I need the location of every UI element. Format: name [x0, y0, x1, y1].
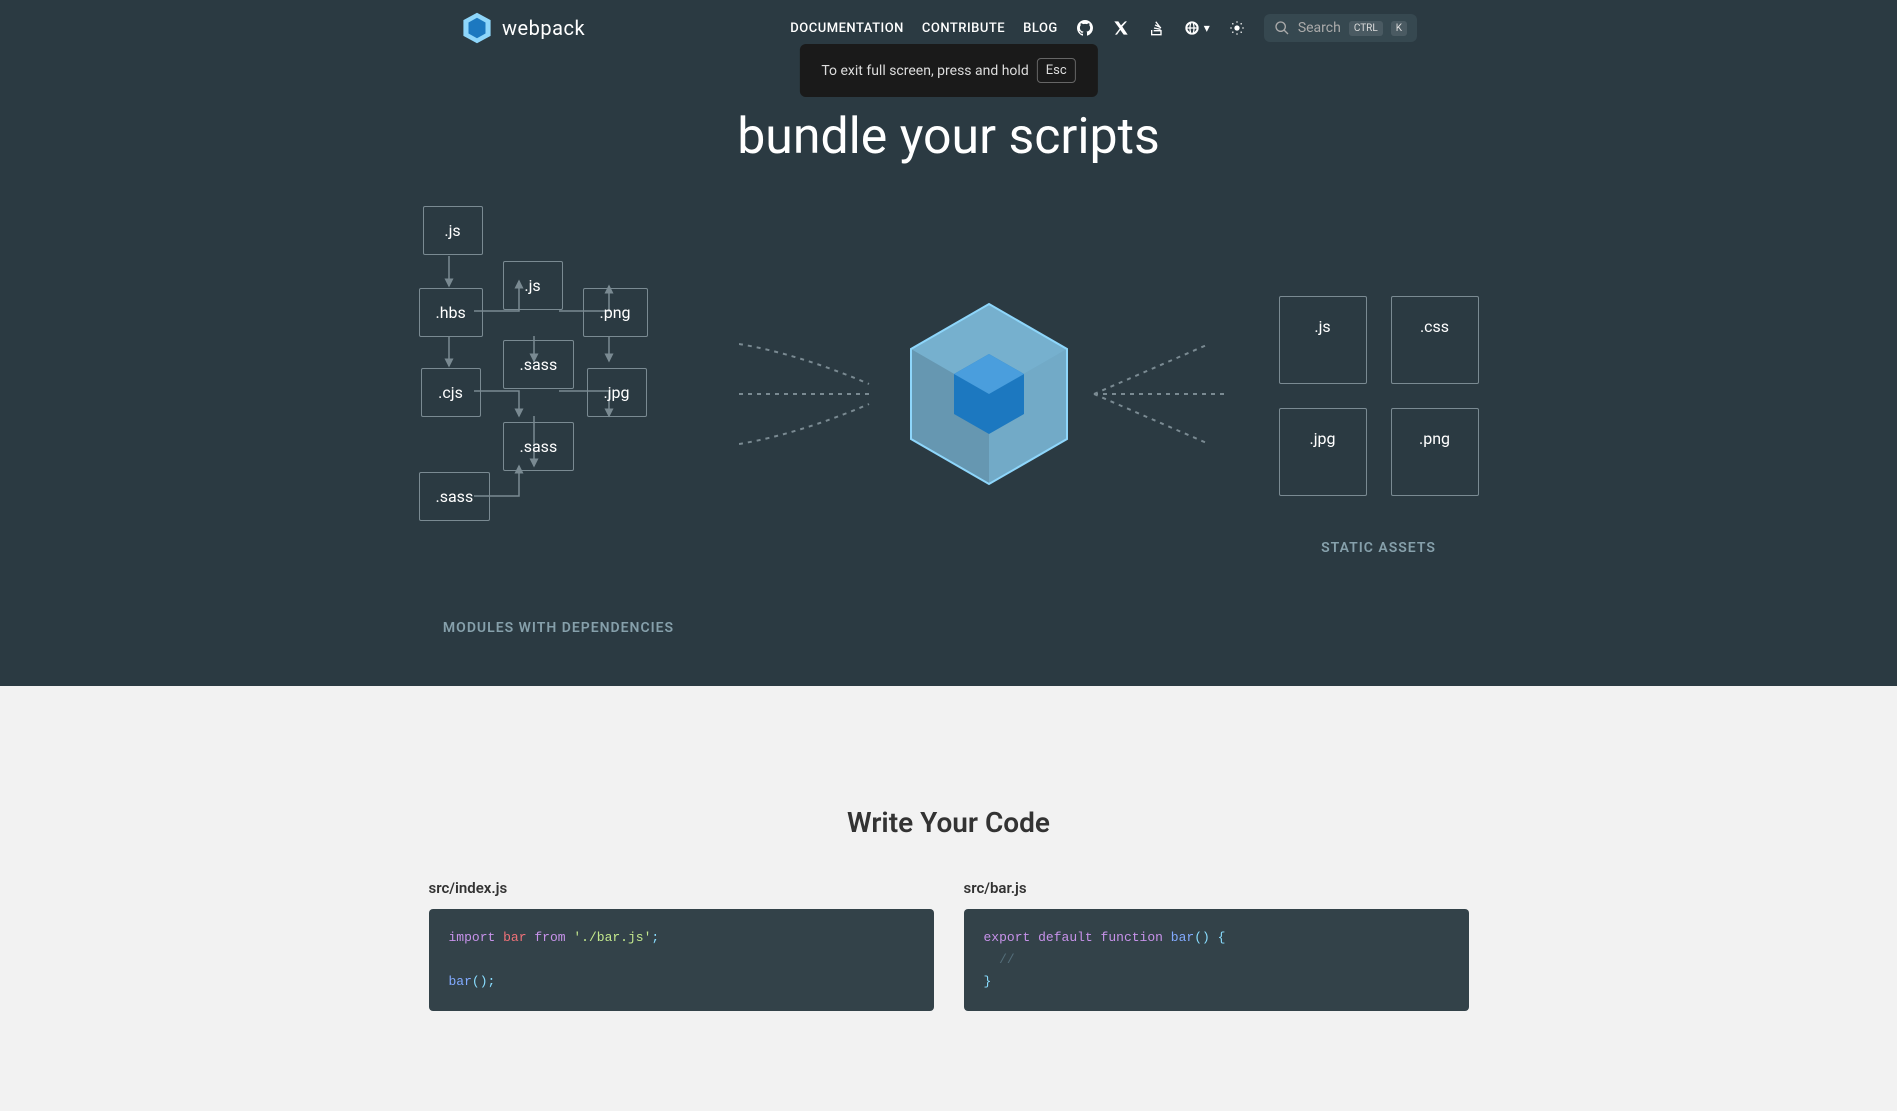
tok-paren: () {	[1194, 930, 1225, 945]
nav-blog[interactable]: BLOG	[1023, 21, 1058, 36]
module-png: .png	[583, 288, 648, 337]
module-sass2: .sass	[503, 422, 575, 471]
module-hbs: .hbs	[419, 288, 483, 337]
modules-section: .js .js .hbs .png .sass .cjs .jpg .sass …	[419, 206, 699, 586]
code-col-right: src/bar.js export default function bar()…	[964, 879, 1469, 1011]
tok-comment: //	[999, 952, 1015, 967]
module-cjs: .cjs	[421, 368, 481, 417]
code-block-left: import bar from './bar.js'; bar();	[429, 909, 934, 1011]
bundling-arrows-cube	[739, 264, 1239, 524]
hero-prefix: bundle your	[737, 108, 1008, 166]
tok-default: default	[1038, 930, 1093, 945]
language-selector[interactable]: ▾	[1184, 20, 1210, 36]
nav-documentation[interactable]: DOCUMENTATION	[790, 21, 904, 36]
search-button[interactable]: Search CTRL K	[1264, 14, 1417, 42]
asset-jpg: .jpg	[1279, 408, 1367, 496]
stackoverflow-icon[interactable]	[1148, 19, 1166, 37]
tok-close: }	[984, 974, 992, 989]
tok-barfn: bar	[1171, 930, 1194, 945]
search-placeholder: Search	[1298, 20, 1341, 36]
logo-text: webpack	[502, 16, 585, 40]
module-sass3: .sass	[419, 472, 491, 521]
esc-key-label: Esc	[1037, 58, 1076, 83]
tok-semi1: ;	[651, 930, 659, 945]
fullscreen-exit-notice: To exit full screen, press and hold Esc	[799, 44, 1097, 97]
globe-icon	[1184, 20, 1200, 36]
notice-text: To exit full screen, press and hold	[821, 63, 1028, 79]
assets-section: .js .css .jpg .png STATIC ASSETS	[1279, 296, 1479, 496]
tok-bar2: bar	[449, 974, 472, 989]
kbd-k: K	[1391, 21, 1407, 36]
code-block-right: export default function bar() { // }	[964, 909, 1469, 1011]
filename-left: src/index.js	[429, 879, 934, 897]
module-js2: .js	[503, 261, 563, 310]
code-section: Write Your Code src/index.js import bar …	[0, 686, 1897, 1111]
nav-contribute[interactable]: CONTRIBUTE	[922, 21, 1005, 36]
asset-js: .js	[1279, 296, 1367, 384]
module-jpg: .jpg	[587, 368, 647, 417]
module-sass1: .sass	[503, 340, 575, 389]
tok-call: ();	[472, 974, 495, 989]
x-twitter-icon[interactable]	[1112, 19, 1130, 37]
tok-from: from	[534, 930, 565, 945]
tok-bar1: bar	[503, 930, 526, 945]
kbd-ctrl: CTRL	[1349, 21, 1383, 36]
tok-function: function	[1101, 930, 1163, 945]
theme-toggle-icon[interactable]	[1228, 19, 1246, 37]
asset-css: .css	[1391, 296, 1479, 384]
modules-label: MODULES WITH DEPENDENCIES	[443, 620, 674, 636]
search-icon	[1274, 20, 1290, 36]
nav-right: DOCUMENTATION CONTRIBUTE BLOG ▾ Search C…	[790, 14, 1417, 42]
code-col-left: src/index.js import bar from './bar.js';…	[429, 879, 934, 1011]
module-js1: .js	[423, 206, 483, 255]
logo[interactable]: webpack	[460, 11, 585, 45]
asset-png: .png	[1391, 408, 1479, 496]
filename-right: src/bar.js	[964, 879, 1469, 897]
lang-arrow: ▾	[1204, 21, 1210, 35]
hero-word: scripts	[1008, 108, 1159, 166]
hero-title: bundle your scripts	[0, 108, 1897, 166]
tok-import: import	[449, 930, 496, 945]
github-icon[interactable]	[1076, 19, 1094, 37]
cube-section	[739, 264, 1239, 528]
bundle-diagram: .js .js .hbs .png .sass .cjs .jpg .sass …	[0, 206, 1897, 686]
webpack-logo-icon	[460, 11, 494, 45]
assets-label: STATIC ASSETS	[1321, 540, 1436, 556]
tok-export: export	[984, 930, 1031, 945]
code-columns: src/index.js import bar from './bar.js';…	[429, 879, 1469, 1011]
tok-path: './bar.js'	[573, 930, 651, 945]
code-section-title: Write Your Code	[0, 806, 1897, 839]
